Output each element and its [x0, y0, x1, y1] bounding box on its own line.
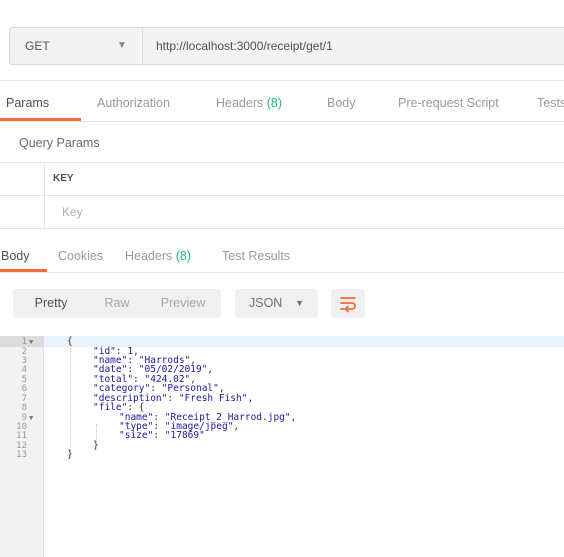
tab-authorization[interactable]: Authorization: [97, 96, 170, 110]
line-number: 13: [16, 450, 27, 460]
brace: }: [67, 449, 73, 460]
wrap-lines-button[interactable]: [331, 289, 365, 318]
code-line: }: [93, 441, 99, 451]
code-line: "size": "17869": [119, 430, 205, 441]
tab-params[interactable]: Params: [6, 96, 49, 110]
json-key: "size": [119, 430, 154, 441]
line-number: 4: [21, 365, 27, 375]
tab-headers[interactable]: Headers (8): [216, 96, 282, 110]
json-value: "17869": [164, 430, 205, 441]
tab-pre-request-script[interactable]: Pre-request Script: [398, 96, 499, 110]
chevron-down-icon: ▼: [295, 298, 304, 308]
divider: [0, 80, 564, 81]
row-checkbox-cell[interactable]: [0, 196, 45, 228]
line-number: 6: [21, 384, 27, 394]
tab-headers-label: Headers: [216, 96, 264, 110]
indent-guide: [70, 348, 71, 452]
fold-toggle-icon[interactable]: ▼: [29, 337, 33, 347]
fold-toggle-icon[interactable]: ▼: [29, 413, 33, 423]
line-number: 11: [16, 431, 27, 441]
chevron-down-icon: ▼: [117, 40, 127, 51]
preview-button[interactable]: Preview: [145, 289, 221, 318]
format-select[interactable]: JSON ▼: [235, 289, 318, 318]
tab-response-headers[interactable]: Headers (8): [125, 249, 191, 263]
tab-response-body[interactable]: Body: [1, 249, 30, 263]
row-checkbox-cell: [0, 163, 45, 195]
tab-headers-count: (8): [266, 96, 283, 110]
response-body-editor[interactable]: 1 2 3 4 5 6 7 8 9 10 11 12 13 ▼ ▼ { "id"…: [0, 336, 564, 557]
divider: [0, 228, 564, 229]
method-label: GET: [25, 39, 50, 53]
raw-button[interactable]: Raw: [89, 289, 145, 318]
params-row: Key: [0, 195, 564, 228]
json-value: "Fresh Fish": [178, 393, 248, 404]
tab-response-headers-count: (8): [175, 249, 192, 263]
params-header-row: KEY: [0, 162, 564, 195]
query-params-title: Query Params: [19, 136, 100, 150]
key-input[interactable]: Key: [62, 205, 83, 219]
code-line: {: [67, 337, 73, 347]
request-url-bar: GET ▼ http://localhost:3000/receipt/get/…: [9, 27, 564, 65]
method-select[interactable]: GET ▼: [10, 28, 143, 64]
tab-response-headers-label: Headers: [125, 249, 173, 263]
tab-body[interactable]: Body: [327, 96, 356, 110]
wrap-lines-icon: [340, 297, 356, 313]
code-line: }: [67, 450, 73, 460]
pretty-button[interactable]: Pretty: [13, 289, 89, 318]
tab-tests[interactable]: Tests: [537, 96, 564, 110]
brace: }: [93, 440, 99, 451]
format-select-label: JSON: [249, 296, 283, 310]
brace: {: [67, 336, 73, 347]
divider: [0, 121, 564, 122]
url-input[interactable]: http://localhost:3000/receipt/get/1: [156, 39, 333, 53]
key-column-header: KEY: [53, 173, 74, 184]
line-number: 1: [21, 337, 27, 347]
line-number: 8: [21, 403, 27, 413]
tab-cookies[interactable]: Cookies: [58, 249, 103, 263]
tab-test-results[interactable]: Test Results: [222, 249, 290, 263]
divider: [0, 272, 564, 273]
